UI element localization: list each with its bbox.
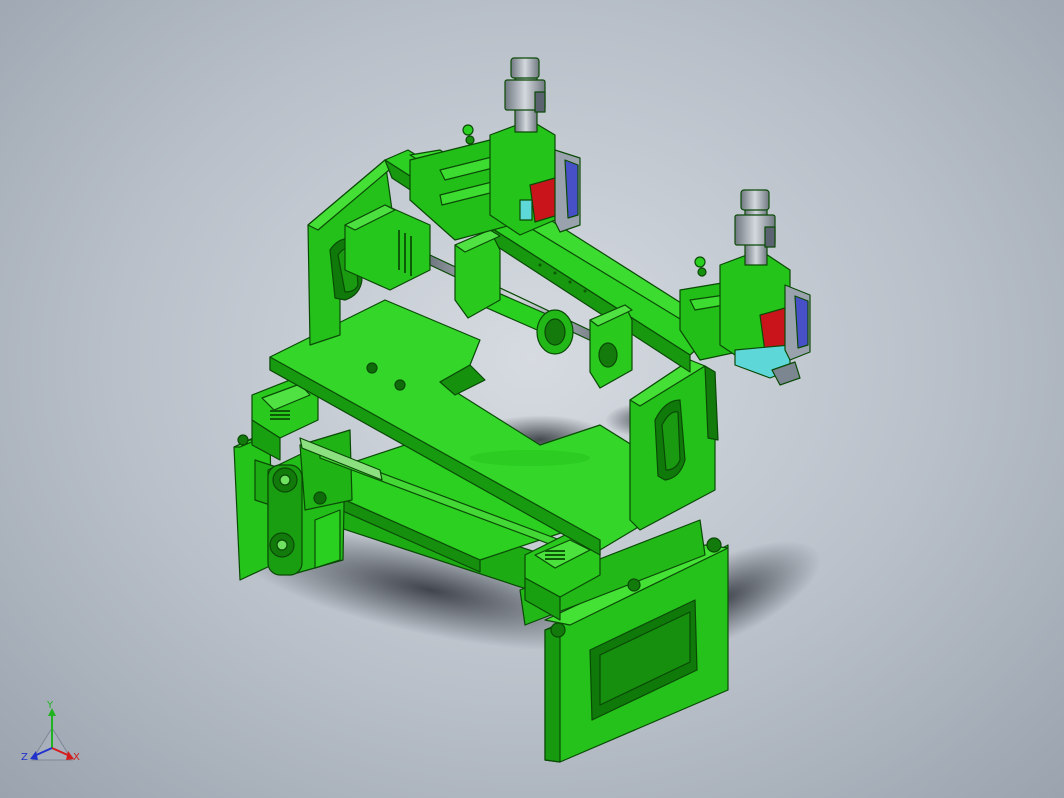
x-axis-label: X [73,752,80,763]
cad-graphics-area[interactable]: Y X Z [0,0,1064,798]
y-axis-label: Y [46,700,54,711]
pneumatic-cylinder-right[interactable] [734,189,776,266]
assembly-model[interactable]: Y X Z [0,0,1064,798]
gantry-right-upright[interactable] [629,359,719,531]
z-axis-label: Z [21,752,28,763]
pneumatic-cylinder-left[interactable] [504,57,546,133]
bearing-block-right[interactable] [589,304,633,389]
view-orientation-triad[interactable]: Y X Z [21,700,80,763]
